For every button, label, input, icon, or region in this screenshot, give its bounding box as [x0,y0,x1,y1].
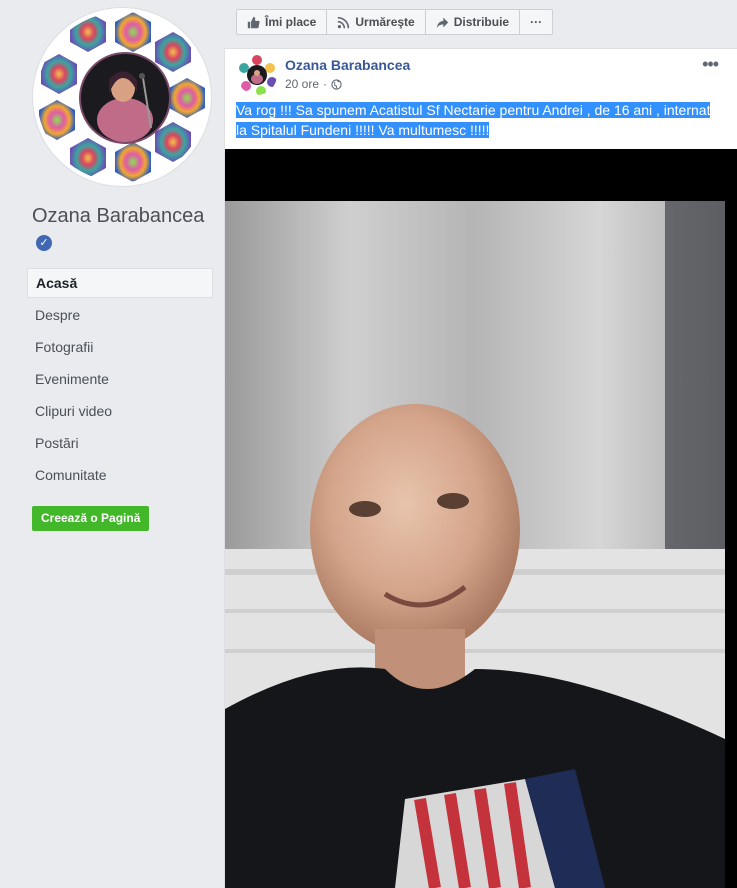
post-photo[interactable] [225,149,737,888]
page-name-text: Ozana Barabancea [32,205,205,227]
post-options-button[interactable]: ••• [702,54,719,75]
like-label: Îmi place [265,15,317,29]
post-text-content: Va rog !!! Sa spunem Acatistul Sf Nectar… [236,102,711,138]
like-button[interactable]: Îmi place [236,9,328,35]
create-page-button[interactable]: Creează o Pagină [32,506,150,531]
share-button[interactable]: Distribuie [424,9,521,35]
nav-item-acasa[interactable]: Acasă [27,268,213,298]
left-sidebar: Ozana Barabancea ✓ Acasă Despre Fotografi… [0,0,224,887]
page-title[interactable]: Ozana Barabancea ✓ [32,203,212,255]
page-navigation: Acasă Despre Fotografii Evenimente Clipu… [27,268,213,492]
nav-item-evenimente[interactable]: Evenimente [27,364,213,394]
verified-badge-icon: ✓ [36,235,52,251]
profile-picture[interactable] [33,8,211,186]
globe-icon [331,78,342,90]
meta-separator: · [323,77,328,91]
follow-label: Urmăreşte [355,15,415,29]
more-options-button[interactable]: ··· [519,9,554,35]
nav-item-postari[interactable]: Postări [27,428,213,458]
follow-button[interactable]: Urmăreşte [326,9,426,35]
post-timestamp[interactable]: 20 ore [285,77,319,91]
nav-item-clipuri-video[interactable]: Clipuri video [27,396,213,426]
share-label: Distribuie [453,15,510,29]
nav-item-comunitate[interactable]: Comunitate [27,460,213,490]
more-dots-icon: ··· [530,15,543,29]
nav-item-despre[interactable]: Despre [27,300,213,330]
share-arrow-icon [436,17,448,28]
thumbs-up-icon [247,16,260,28]
post-text: Va rog !!! Sa spunem Acatistul Sf Nectar… [236,100,720,140]
rss-feed-icon [338,16,350,28]
page-action-bar: Îmi place Urmăreşte Distribuie ··· [236,9,554,35]
post-meta: 20 ore · [285,77,342,91]
post-card: Ozana Barabancea 20 ore · ••• Va rog !!!… [224,48,737,888]
post-author-avatar[interactable] [237,55,277,95]
post-author-name[interactable]: Ozana Barabancea [285,57,410,73]
nav-item-fotografii[interactable]: Fotografii [27,332,213,362]
